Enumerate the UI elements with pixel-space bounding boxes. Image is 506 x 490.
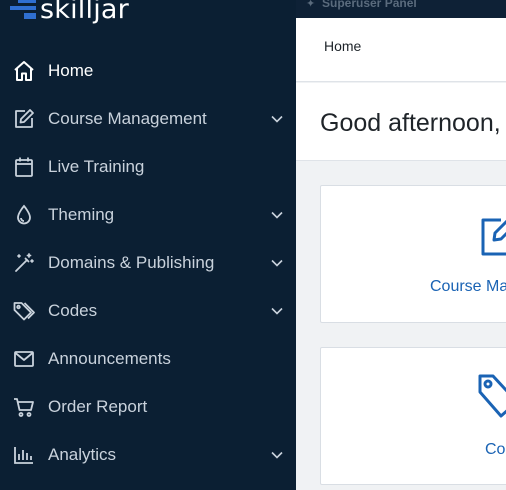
edit-icon <box>479 214 506 263</box>
calendar-icon <box>12 155 36 179</box>
tags-icon <box>12 299 36 323</box>
sidebar-item-live-training[interactable]: Live Training <box>0 143 296 191</box>
droplet-icon <box>12 203 36 227</box>
sidebar-item-label: Course Management <box>48 109 207 128</box>
greeting-header: Good afternoon, <box>296 83 506 161</box>
sidebar-item-label: Home <box>48 61 94 80</box>
course-management-card[interactable]: Course Ma <box>320 185 506 323</box>
sidebar-item-order-report[interactable]: Order Report <box>0 383 296 431</box>
home-icon <box>12 59 36 83</box>
edit-icon <box>12 107 36 131</box>
page-title: Good afternoon, <box>320 109 501 137</box>
magic-wand-icon <box>12 251 36 275</box>
sidebar-item-label: Live Training <box>48 157 145 176</box>
chevron-down-icon[interactable] <box>270 112 284 126</box>
logo-mark-icon <box>10 0 36 19</box>
sidebar-item-home[interactable]: Home <box>0 47 296 95</box>
card-label: Course Ma <box>430 278 506 295</box>
chevron-down-icon[interactable] <box>270 304 284 318</box>
sidebar-item-label: Announcements <box>48 349 171 368</box>
sidebar-item-analytics[interactable]: Analytics <box>0 431 296 479</box>
sidebar-item-label: Analytics <box>48 445 117 464</box>
sidebar-item-label: Order Report <box>48 397 148 416</box>
codes-card[interactable]: Co <box>320 347 506 485</box>
sidebar-item-label: Domains & Publishing <box>48 253 215 272</box>
cart-icon <box>12 395 36 419</box>
superuser-icon: ✦ <box>306 0 316 10</box>
sidebar-item-theming[interactable]: Theming <box>0 191 296 239</box>
tag-icon <box>477 372 506 425</box>
sidebar-nav: Home Course Management Live Training The… <box>0 47 296 479</box>
sidebar-item-course-management[interactable]: Course Management <box>0 95 296 143</box>
sidebar: skilljar Home Course Management Live Tra… <box>0 0 296 490</box>
sidebar-item-domains-publishing[interactable]: Domains & Publishing <box>0 239 296 287</box>
sidebar-item-announcements[interactable]: Announcements <box>0 335 296 383</box>
skilljar-logo[interactable]: skilljar <box>10 0 129 25</box>
top-bar: ✦ Superuser Panel <box>296 0 506 18</box>
superuser-panel-link[interactable]: Superuser Panel <box>322 0 417 10</box>
sidebar-item-label: Codes <box>48 301 98 320</box>
mail-icon <box>12 347 36 371</box>
chevron-down-icon[interactable] <box>270 208 284 222</box>
bar-chart-icon <box>12 443 36 467</box>
breadcrumb-home[interactable]: Home <box>324 38 361 54</box>
breadcrumb: Home <box>296 18 506 82</box>
chevron-down-icon[interactable] <box>270 448 284 462</box>
sidebar-item-label: Theming <box>48 205 115 224</box>
card-label: Co <box>485 441 506 458</box>
logo-text: skilljar <box>40 0 129 25</box>
sidebar-item-codes[interactable]: Codes <box>0 287 296 335</box>
chevron-down-icon[interactable] <box>270 256 284 270</box>
